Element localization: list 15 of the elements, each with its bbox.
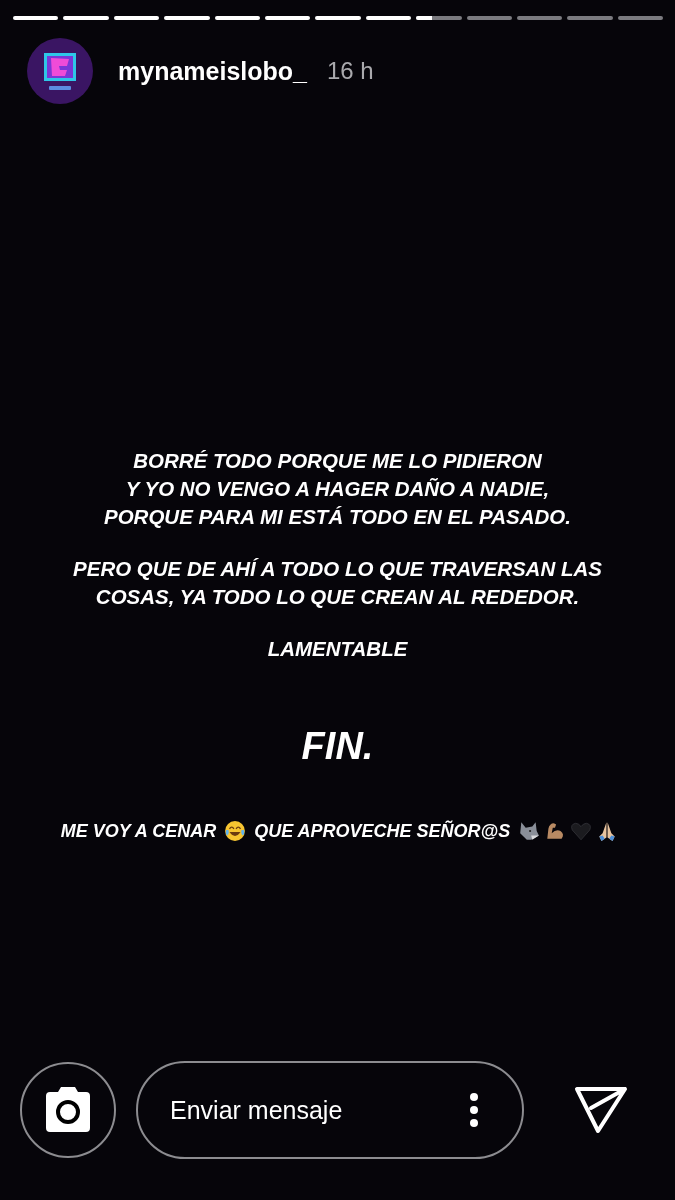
username[interactable]: mynameislobo_ (118, 56, 307, 86)
camera-button[interactable] (20, 1062, 116, 1158)
wolf-head-icon (518, 820, 541, 842)
story-text: BORRÉ TODO PORQUE ME LO PIDIERON Y YO NO VENGO A HAGER DAÑO A NADIE, PORQUE PARA MI ESTÁ TODO EN EL PASADO. (104, 448, 571, 530)
message-field[interactable]: Enviar mensaje (136, 1061, 524, 1159)
heart-icon (570, 820, 593, 842)
story-text: QUE APROVECHE SEÑOR@S (254, 820, 511, 842)
more-options-icon[interactable] (469, 1092, 479, 1128)
story-text: ME VOY A CENAR (60, 820, 217, 842)
story-title: FIN. (301, 725, 374, 768)
send-icon[interactable] (574, 1086, 628, 1134)
story-text: PERO QUE DE AHÍ A TODO LO QUE TRAVERSAN LAS COSAS, YA TODO LO QUE CREAN AL REDEDOR. (73, 556, 602, 610)
laughing-face-icon (224, 820, 247, 842)
story-text: LAMENTABLE (267, 636, 408, 662)
post-time: 16 h (326, 57, 374, 85)
